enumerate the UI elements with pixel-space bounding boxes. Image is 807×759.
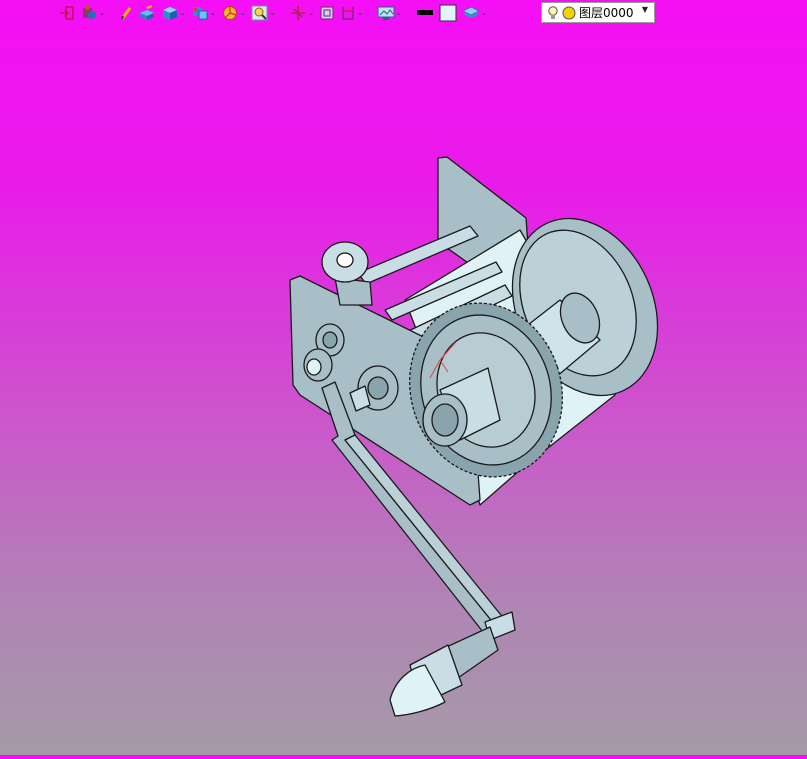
- paint-icon: [83, 6, 96, 19]
- fill-color-icon: [439, 4, 457, 22]
- paint-button[interactable]: ⌄: [79, 3, 106, 23]
- section-button[interactable]: ⌄: [339, 3, 364, 23]
- chevron-down-icon[interactable]: ⌄: [396, 9, 402, 17]
- chevron-down-icon[interactable]: ⌄: [357, 9, 363, 17]
- axis-icon: [291, 6, 306, 20]
- chevron-down-icon[interactable]: ⌄: [240, 9, 246, 17]
- box-pencil-icon: [139, 5, 154, 20]
- layer-select[interactable]: 图层0000 ▼: [541, 2, 655, 23]
- pencil-button[interactable]: [118, 3, 134, 23]
- lightbulb-icon: [548, 5, 558, 19]
- zoom-icon: [251, 5, 267, 21]
- display-icon: [377, 6, 395, 20]
- cube-button[interactable]: ⌄: [160, 3, 187, 23]
- fill-color-button[interactable]: [438, 3, 458, 23]
- toolbar: ⌄ ⌄ ⌄ ⌄ ⌄ ⌄ ⌄ ⌄ ⌄: [58, 2, 488, 24]
- frame-icon: [320, 6, 334, 20]
- frame-button[interactable]: [318, 3, 336, 23]
- zoom-button[interactable]: ⌄: [250, 3, 277, 23]
- layer-stack-icon: [462, 6, 480, 18]
- cube-icon: [162, 7, 177, 20]
- chevron-down-icon[interactable]: ⌄: [99, 9, 105, 17]
- chevron-down-icon[interactable]: ⌄: [180, 9, 186, 17]
- copy-cube-icon: [192, 7, 208, 20]
- pie-button[interactable]: ⌄: [220, 3, 247, 23]
- line-color-icon: [417, 10, 433, 15]
- pie-icon: [222, 6, 237, 20]
- dropdown-arrow-icon[interactable]: ▼: [642, 5, 648, 14]
- box-pencil-button[interactable]: [137, 3, 157, 23]
- chevron-down-icon[interactable]: ⌄: [308, 9, 314, 17]
- 3d-viewport[interactable]: [0, 25, 807, 755]
- import-button[interactable]: [58, 3, 76, 23]
- layer-color-icon: [562, 6, 576, 19]
- import-icon: [60, 6, 74, 20]
- chevron-down-icon[interactable]: ⌄: [210, 9, 216, 17]
- chevron-down-icon[interactable]: ⌄: [481, 9, 487, 17]
- pencil-icon: [120, 7, 132, 20]
- axis-button[interactable]: ⌄: [288, 3, 315, 23]
- section-icon: [342, 7, 354, 20]
- copy-cube-button[interactable]: ⌄: [190, 3, 217, 23]
- line-color-button[interactable]: [415, 3, 435, 23]
- display-button[interactable]: ⌄: [376, 3, 403, 23]
- layer-stack-button[interactable]: ⌄: [461, 3, 488, 23]
- winch-model: [289, 156, 659, 717]
- chevron-down-icon[interactable]: ⌄: [270, 9, 276, 17]
- layer-name: 图层0000: [579, 6, 634, 20]
